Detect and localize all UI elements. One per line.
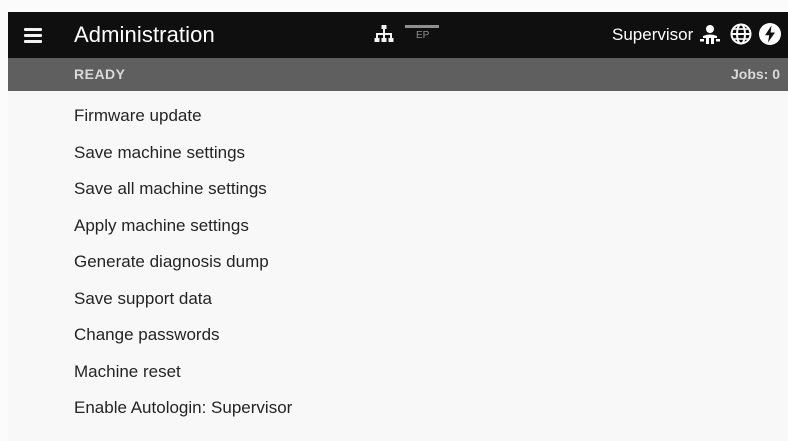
menu-item-firmware-update[interactable]: Firmware update [8, 98, 788, 135]
network-tree-icon [374, 25, 394, 42]
power-icon[interactable] [758, 22, 782, 46]
current-user-label: Supervisor [612, 25, 694, 44]
status-bar: READY Jobs: 0 [8, 58, 788, 91]
menu-item-change-passwords[interactable]: Change passwords [8, 317, 788, 354]
menu-item-enable-autologin[interactable]: Enable Autologin: Supervisor [8, 390, 788, 427]
menu-item-save-machine-settings[interactable]: Save machine settings [8, 135, 788, 172]
page-title: Administration [74, 22, 215, 47]
globe-icon[interactable] [729, 22, 753, 46]
ep-label: EP [416, 30, 430, 41]
menu-item-machine-reset[interactable]: Machine reset [8, 354, 788, 391]
menu-item-apply-machine-settings[interactable]: Apply machine settings [8, 208, 788, 245]
menu-item-save-support-data[interactable]: Save support data [8, 281, 788, 318]
admin-menu-list: Firmware update Save machine settings Sa… [8, 98, 788, 427]
app-frame: Administration EP Supervisor READY Jobs:… [8, 12, 788, 441]
user-icon[interactable] [700, 25, 720, 45]
ep-indicator-icon: EP [405, 23, 443, 45]
menu-item-generate-diagnosis-dump[interactable]: Generate diagnosis dump [8, 244, 788, 281]
hamburger-menu-icon[interactable] [24, 25, 44, 45]
machine-status: READY [74, 66, 126, 82]
jobs-count: Jobs: 0 [730, 66, 780, 82]
menu-item-save-all-machine-settings[interactable]: Save all machine settings [8, 171, 788, 208]
title-bar: Administration EP Supervisor [8, 12, 788, 58]
